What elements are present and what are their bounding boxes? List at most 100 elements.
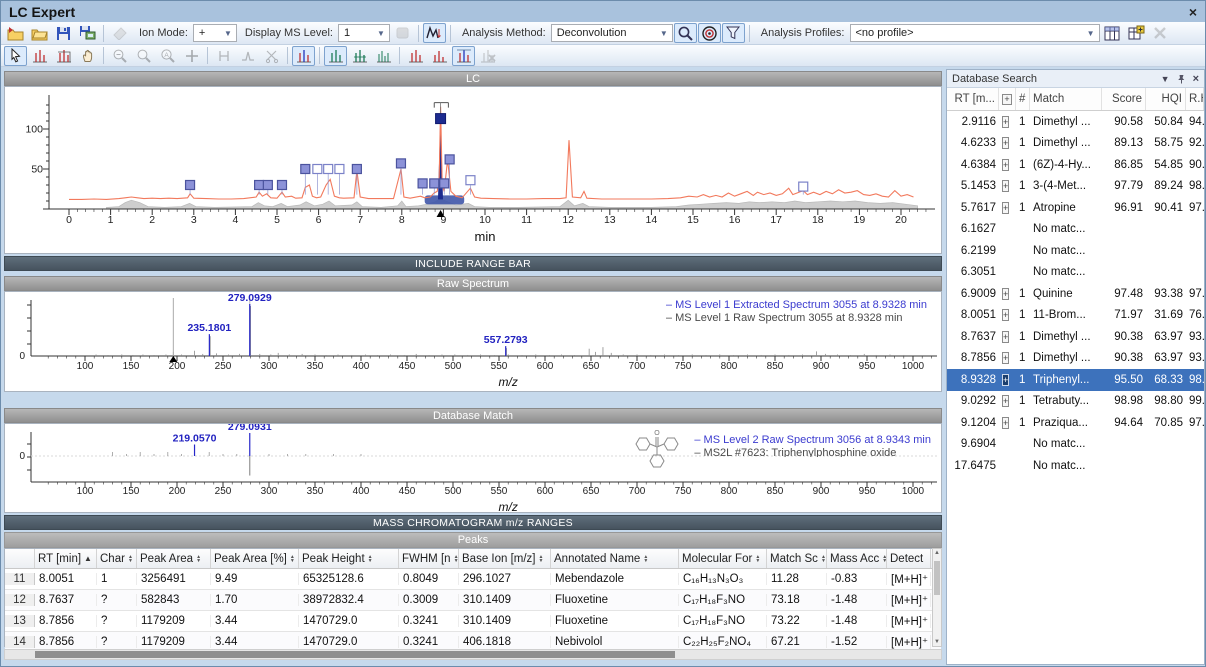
- mass-chromatogram-ranges-bar[interactable]: MASS CHROMATOGRAM m/z RANGES: [4, 515, 942, 530]
- profile-table-button[interactable]: [1101, 23, 1124, 43]
- column-header-rh[interactable]: R.H: [1186, 88, 1204, 110]
- expand-cell[interactable]: +: [999, 395, 1016, 407]
- expand-cell[interactable]: +: [999, 309, 1016, 321]
- peak-marker-filled[interactable]: [430, 179, 439, 188]
- db-search-row[interactable]: 6.9009+1Quinine97.4893.3897.: [947, 283, 1204, 305]
- expand-cell[interactable]: +: [999, 180, 1016, 192]
- open-file-button[interactable]: [28, 23, 51, 43]
- db-search-row[interactable]: 9.6904No matc...: [947, 434, 1204, 456]
- expand-icon[interactable]: +: [1002, 180, 1009, 192]
- expand-cell[interactable]: +: [999, 288, 1016, 300]
- column-header[interactable]: Peak Area [%]▲▼: [211, 549, 299, 568]
- column-header-score[interactable]: Score: [1102, 88, 1146, 110]
- column-header[interactable]: FWHM [n▲▼: [399, 549, 459, 568]
- expand-all-icon[interactable]: +: [1002, 94, 1012, 105]
- zoom-auto-tool[interactable]: A: [156, 46, 179, 66]
- expand-icon[interactable]: +: [1002, 374, 1009, 386]
- auto-scale-button[interactable]: [423, 23, 446, 43]
- apply-level-button[interactable]: [391, 23, 414, 43]
- show-centroid-spectrum-toggle[interactable]: [348, 46, 371, 66]
- db-search-row[interactable]: 9.1204+1Praziqua...94.6470.8597.: [947, 412, 1204, 434]
- scroll-up-icon[interactable]: ▲: [933, 550, 941, 556]
- expand-cell[interactable]: +: [999, 202, 1016, 214]
- expand-cell[interactable]: +: [999, 331, 1016, 343]
- peak-marker-open[interactable]: [466, 176, 475, 185]
- show-profile-spectrum-toggle[interactable]: [324, 46, 347, 66]
- cut-tool[interactable]: [260, 46, 283, 66]
- peak-marker-open[interactable]: [324, 165, 333, 174]
- selected-peak-marker[interactable]: [436, 114, 446, 124]
- column-header[interactable]: Mass Acc▲▼: [827, 549, 887, 568]
- column-header[interactable]: Molecular For▲▼: [679, 549, 767, 568]
- column-header[interactable]: Peak Height▲▼: [299, 549, 399, 568]
- column-header[interactable]: Peak Area▲▼: [137, 549, 211, 568]
- column-header[interactable]: Match Sc▲▼: [767, 549, 827, 568]
- analysis-method-select[interactable]: Deconvolution▼: [551, 24, 673, 42]
- peak-marker-open[interactable]: [799, 182, 808, 191]
- expand-icon[interactable]: +: [1002, 331, 1009, 343]
- peaks-vertical-scrollbar[interactable]: ▲▼: [932, 548, 942, 647]
- db-search-row[interactable]: 8.7637+1Dimethyl ...90.3863.9793.: [947, 326, 1204, 348]
- expand-icon[interactable]: +: [1002, 309, 1009, 321]
- show-annotated-peaks-toggle[interactable]: [452, 46, 475, 66]
- annotate-button[interactable]: [108, 23, 131, 43]
- peak-marker-filled[interactable]: [396, 159, 405, 168]
- ms-level-select[interactable]: 1▼: [338, 24, 390, 42]
- column-header[interactable]: Annotated Name▲▼: [551, 549, 679, 568]
- lc-chromatogram-plot[interactable]: 5010001234567891011121314151617181920min: [4, 86, 942, 254]
- column-header[interactable]: RT [min]▲: [35, 549, 97, 568]
- pointer-tool[interactable]: [4, 46, 27, 66]
- scrollbar-thumb[interactable]: [35, 651, 675, 658]
- zoom-tool[interactable]: [132, 46, 155, 66]
- column-header-match[interactable]: Match: [1030, 88, 1102, 110]
- peaks-horizontal-scrollbar[interactable]: [4, 649, 942, 660]
- include-range-bar[interactable]: INCLUDE RANGE BAR: [4, 256, 942, 271]
- expand-cell[interactable]: +: [999, 116, 1016, 128]
- db-search-row[interactable]: 8.7856+1Dimethyl ...90.3863.9793.: [947, 348, 1204, 370]
- ion-mode-select[interactable]: +▼: [193, 24, 237, 42]
- show-tic-toggle[interactable]: [404, 46, 427, 66]
- expand-icon[interactable]: +: [1002, 202, 1009, 214]
- expand-icon[interactable]: +: [1002, 137, 1009, 149]
- region-select-tool[interactable]: [52, 46, 75, 66]
- database-match-header[interactable]: Database Match: [4, 408, 942, 423]
- save-button[interactable]: [52, 23, 75, 43]
- column-header[interactable]: Char▲▼: [97, 549, 137, 568]
- raw-spectrum-header[interactable]: Raw Spectrum: [4, 276, 942, 291]
- db-search-row[interactable]: 6.3051No matc...: [947, 262, 1204, 284]
- open-with-method-button[interactable]: [4, 23, 27, 43]
- table-row[interactable]: 118.0051132564919.4965325128.60.8049296.…: [5, 569, 941, 590]
- column-header-rt[interactable]: RT [m...: [947, 88, 999, 110]
- peak-marker-open[interactable]: [335, 165, 344, 174]
- table-row[interactable]: 128.7637?5828431.7038972832.40.3009310.1…: [5, 590, 941, 611]
- filter-button[interactable]: [722, 23, 745, 43]
- peak-width-tool[interactable]: [212, 46, 235, 66]
- show-sticks-toggle[interactable]: [372, 46, 395, 66]
- peak-pick-tool[interactable]: [28, 46, 51, 66]
- peak-marker-filled[interactable]: [352, 165, 361, 174]
- clear-overlays-button[interactable]: [476, 46, 499, 66]
- panel-menu-icon[interactable]: ▼: [1161, 74, 1170, 84]
- overlay-raw-extracted-toggle[interactable]: [292, 46, 315, 66]
- peak-marker-filled[interactable]: [440, 179, 449, 188]
- scroll-down-icon[interactable]: ▼: [933, 639, 941, 645]
- db-search-row[interactable]: 4.6233+1Dimethyl ...89.1358.7592.: [947, 133, 1204, 155]
- peaks-panel-header[interactable]: Peaks: [4, 532, 942, 548]
- expand-cell[interactable]: +: [999, 417, 1016, 429]
- expand-cell[interactable]: +: [999, 352, 1016, 364]
- scrollbar-thumb[interactable]: [934, 561, 940, 595]
- db-search-row[interactable]: 2.9116+1Dimethyl ...90.5850.8494.: [947, 111, 1204, 133]
- search-button[interactable]: [674, 23, 697, 43]
- target-button[interactable]: [698, 23, 721, 43]
- db-search-row-selected[interactable]: 8.9328+1Triphenyl...95.5068.3398.: [947, 369, 1204, 391]
- crosshair-tool[interactable]: [180, 46, 203, 66]
- db-search-row[interactable]: 5.7617+1Atropine96.9190.4197.: [947, 197, 1204, 219]
- expand-icon[interactable]: +: [1002, 288, 1009, 300]
- window-close-button[interactable]: ×: [1189, 5, 1197, 19]
- pan-tool[interactable]: [76, 46, 99, 66]
- zoom-out-tool[interactable]: [108, 46, 131, 66]
- database-match-plot[interactable]: O – MS Level 2 Raw Spectrum 3056 at 8.93…: [4, 423, 942, 513]
- peak-marker-filled[interactable]: [277, 181, 286, 190]
- column-header[interactable]: Base Ion [m/z]▲▼: [459, 549, 551, 568]
- db-search-row[interactable]: 4.6384+1(6Z)-4-Hy...86.8554.8590.: [947, 154, 1204, 176]
